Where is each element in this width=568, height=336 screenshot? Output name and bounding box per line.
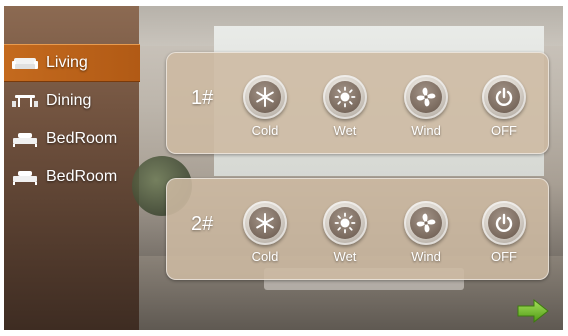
ac-unit-panel-2: 2# Cold Wet Wind OFF	[166, 178, 549, 280]
control-label: OFF	[491, 249, 517, 264]
power-icon	[495, 213, 513, 232]
control-label: Cold	[251, 249, 279, 264]
sun-icon	[334, 86, 356, 108]
sun-icon	[334, 212, 356, 234]
wind-button[interactable]: Wind	[396, 75, 456, 138]
sidebar-item-label: Dining	[46, 92, 92, 109]
sidebar-item-label: BedRoom	[46, 168, 118, 185]
dining-table-icon	[12, 93, 38, 109]
control-label: Wet	[333, 123, 357, 138]
control-label: Wind	[411, 249, 441, 264]
bed-icon	[12, 131, 38, 147]
sofa-icon	[12, 55, 38, 71]
unit-label: 2#	[191, 213, 214, 235]
off-button[interactable]: OFF	[474, 201, 534, 264]
app-frame: Living Dining BedRoom BedRoom 1# Cold We…	[0, 0, 568, 336]
cold-button[interactable]: Cold	[235, 201, 295, 264]
power-icon	[495, 87, 513, 106]
next-page-button[interactable]	[516, 298, 550, 324]
cold-button[interactable]: Cold	[235, 75, 295, 138]
fan-icon	[416, 87, 436, 107]
control-label: Wind	[411, 123, 441, 138]
room-sidebar: Living Dining BedRoom BedRoom	[4, 44, 140, 196]
unit-label: 1#	[191, 87, 214, 109]
sidebar-item-label: BedRoom	[46, 130, 118, 147]
control-label: Cold	[251, 123, 279, 138]
sidebar-item-dining[interactable]: Dining	[4, 82, 140, 120]
snowflake-icon	[256, 213, 274, 233]
wind-button[interactable]: Wind	[396, 201, 456, 264]
control-label: Wet	[333, 249, 357, 264]
wet-button[interactable]: Wet	[315, 75, 375, 138]
sidebar-item-bedroom-1[interactable]: BedRoom	[4, 120, 140, 158]
control-label: OFF	[491, 123, 517, 138]
sidebar-item-label: Living	[46, 54, 88, 71]
sidebar-item-bedroom-2[interactable]: BedRoom	[4, 158, 140, 196]
bed-icon	[12, 169, 38, 185]
snowflake-icon	[256, 87, 274, 107]
ac-unit-panel-1: 1# Cold Wet Wind OFF	[166, 52, 549, 154]
sidebar-item-living[interactable]: Living	[4, 44, 140, 82]
arrow-right-icon	[517, 298, 549, 324]
wet-button[interactable]: Wet	[315, 201, 375, 264]
off-button[interactable]: OFF	[474, 75, 534, 138]
fan-icon	[416, 213, 436, 233]
